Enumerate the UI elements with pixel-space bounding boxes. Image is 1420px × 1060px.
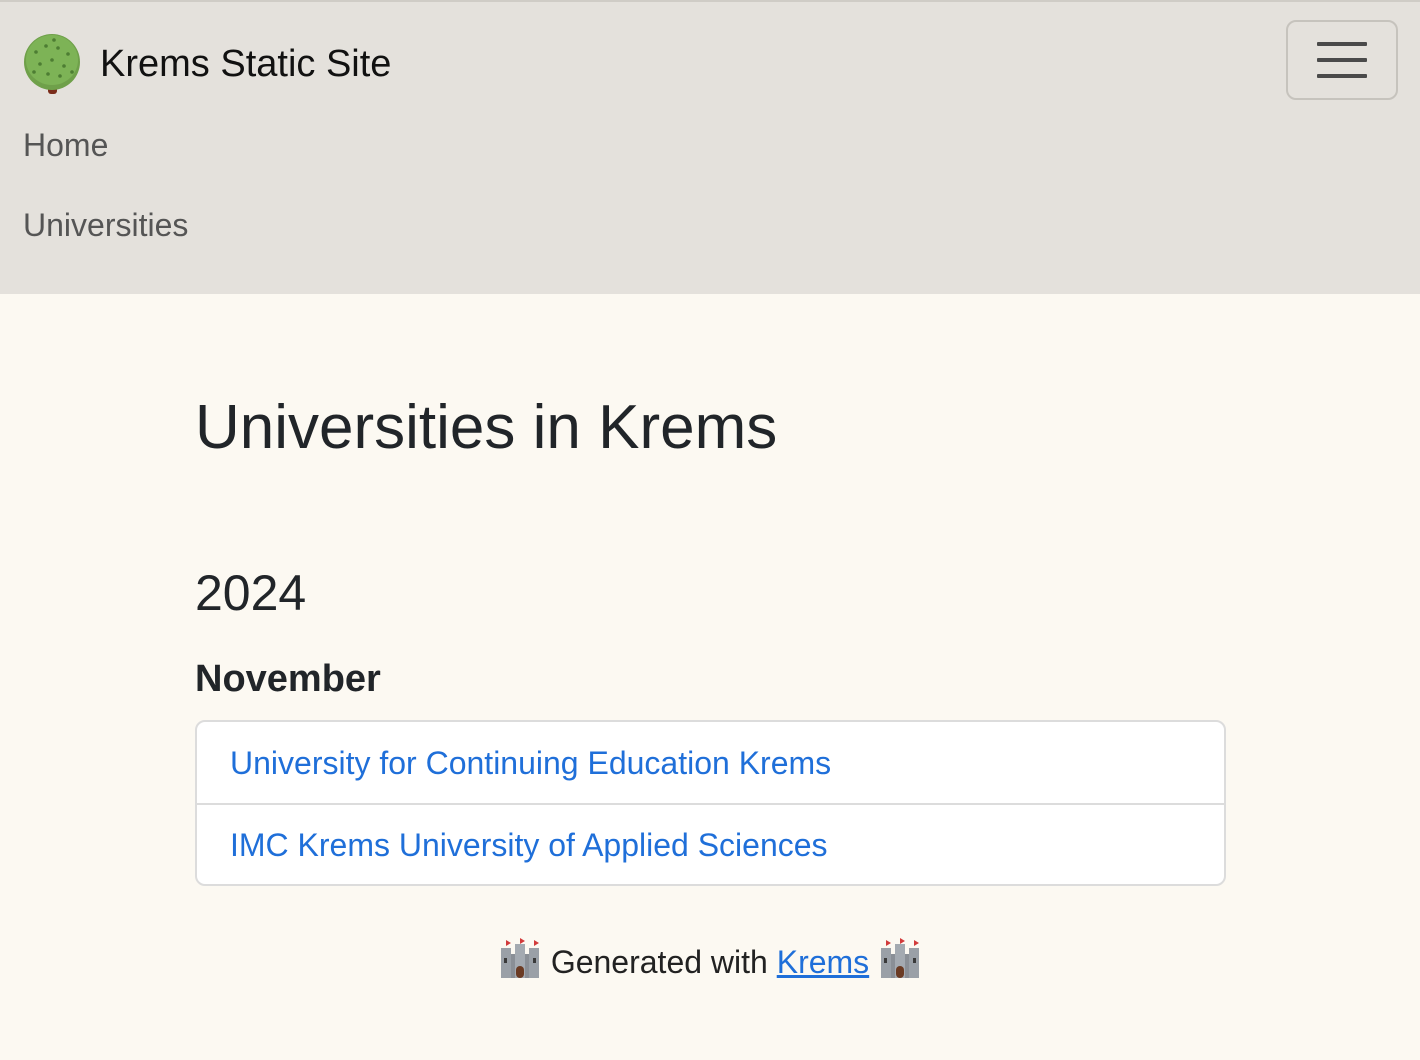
hamburger-menu-icon: [1317, 58, 1367, 62]
list-item: IMC Krems University of Applied Sciences: [197, 803, 1224, 884]
footer-krems-link[interactable]: Krems: [777, 944, 869, 980]
navbar: Krems Static Site Home Universities: [0, 0, 1420, 294]
month-heading: November: [195, 658, 381, 700]
list-item: University for Continuing Education Krem…: [197, 722, 1224, 803]
nav-link-universities[interactable]: Universities: [23, 209, 188, 241]
brand-title: Krems Static Site: [100, 43, 392, 85]
university-link-imc[interactable]: IMC Krems University of Applied Sciences: [230, 829, 828, 861]
university-list: University for Continuing Education Krem…: [195, 720, 1226, 886]
university-link-continuing-education[interactable]: University for Continuing Education Krem…: [230, 747, 831, 779]
nav-link-home[interactable]: Home: [23, 129, 108, 161]
footer-prefix: Generated with: [550, 943, 777, 980]
tree-icon: [22, 32, 82, 96]
footer-text: Generated with Krems: [551, 946, 869, 978]
hamburger-menu-icon: [1317, 42, 1367, 46]
page-title: Universities in Krems: [195, 393, 778, 462]
castle-icon: [879, 938, 921, 985]
hamburger-menu-icon: [1317, 74, 1367, 78]
footer: Generated with Krems: [0, 938, 1420, 985]
navbar-toggler-button[interactable]: [1286, 20, 1398, 100]
year-heading: 2024: [195, 565, 307, 621]
castle-icon: [499, 938, 541, 985]
brand-link[interactable]: Krems Static Site: [22, 32, 391, 96]
